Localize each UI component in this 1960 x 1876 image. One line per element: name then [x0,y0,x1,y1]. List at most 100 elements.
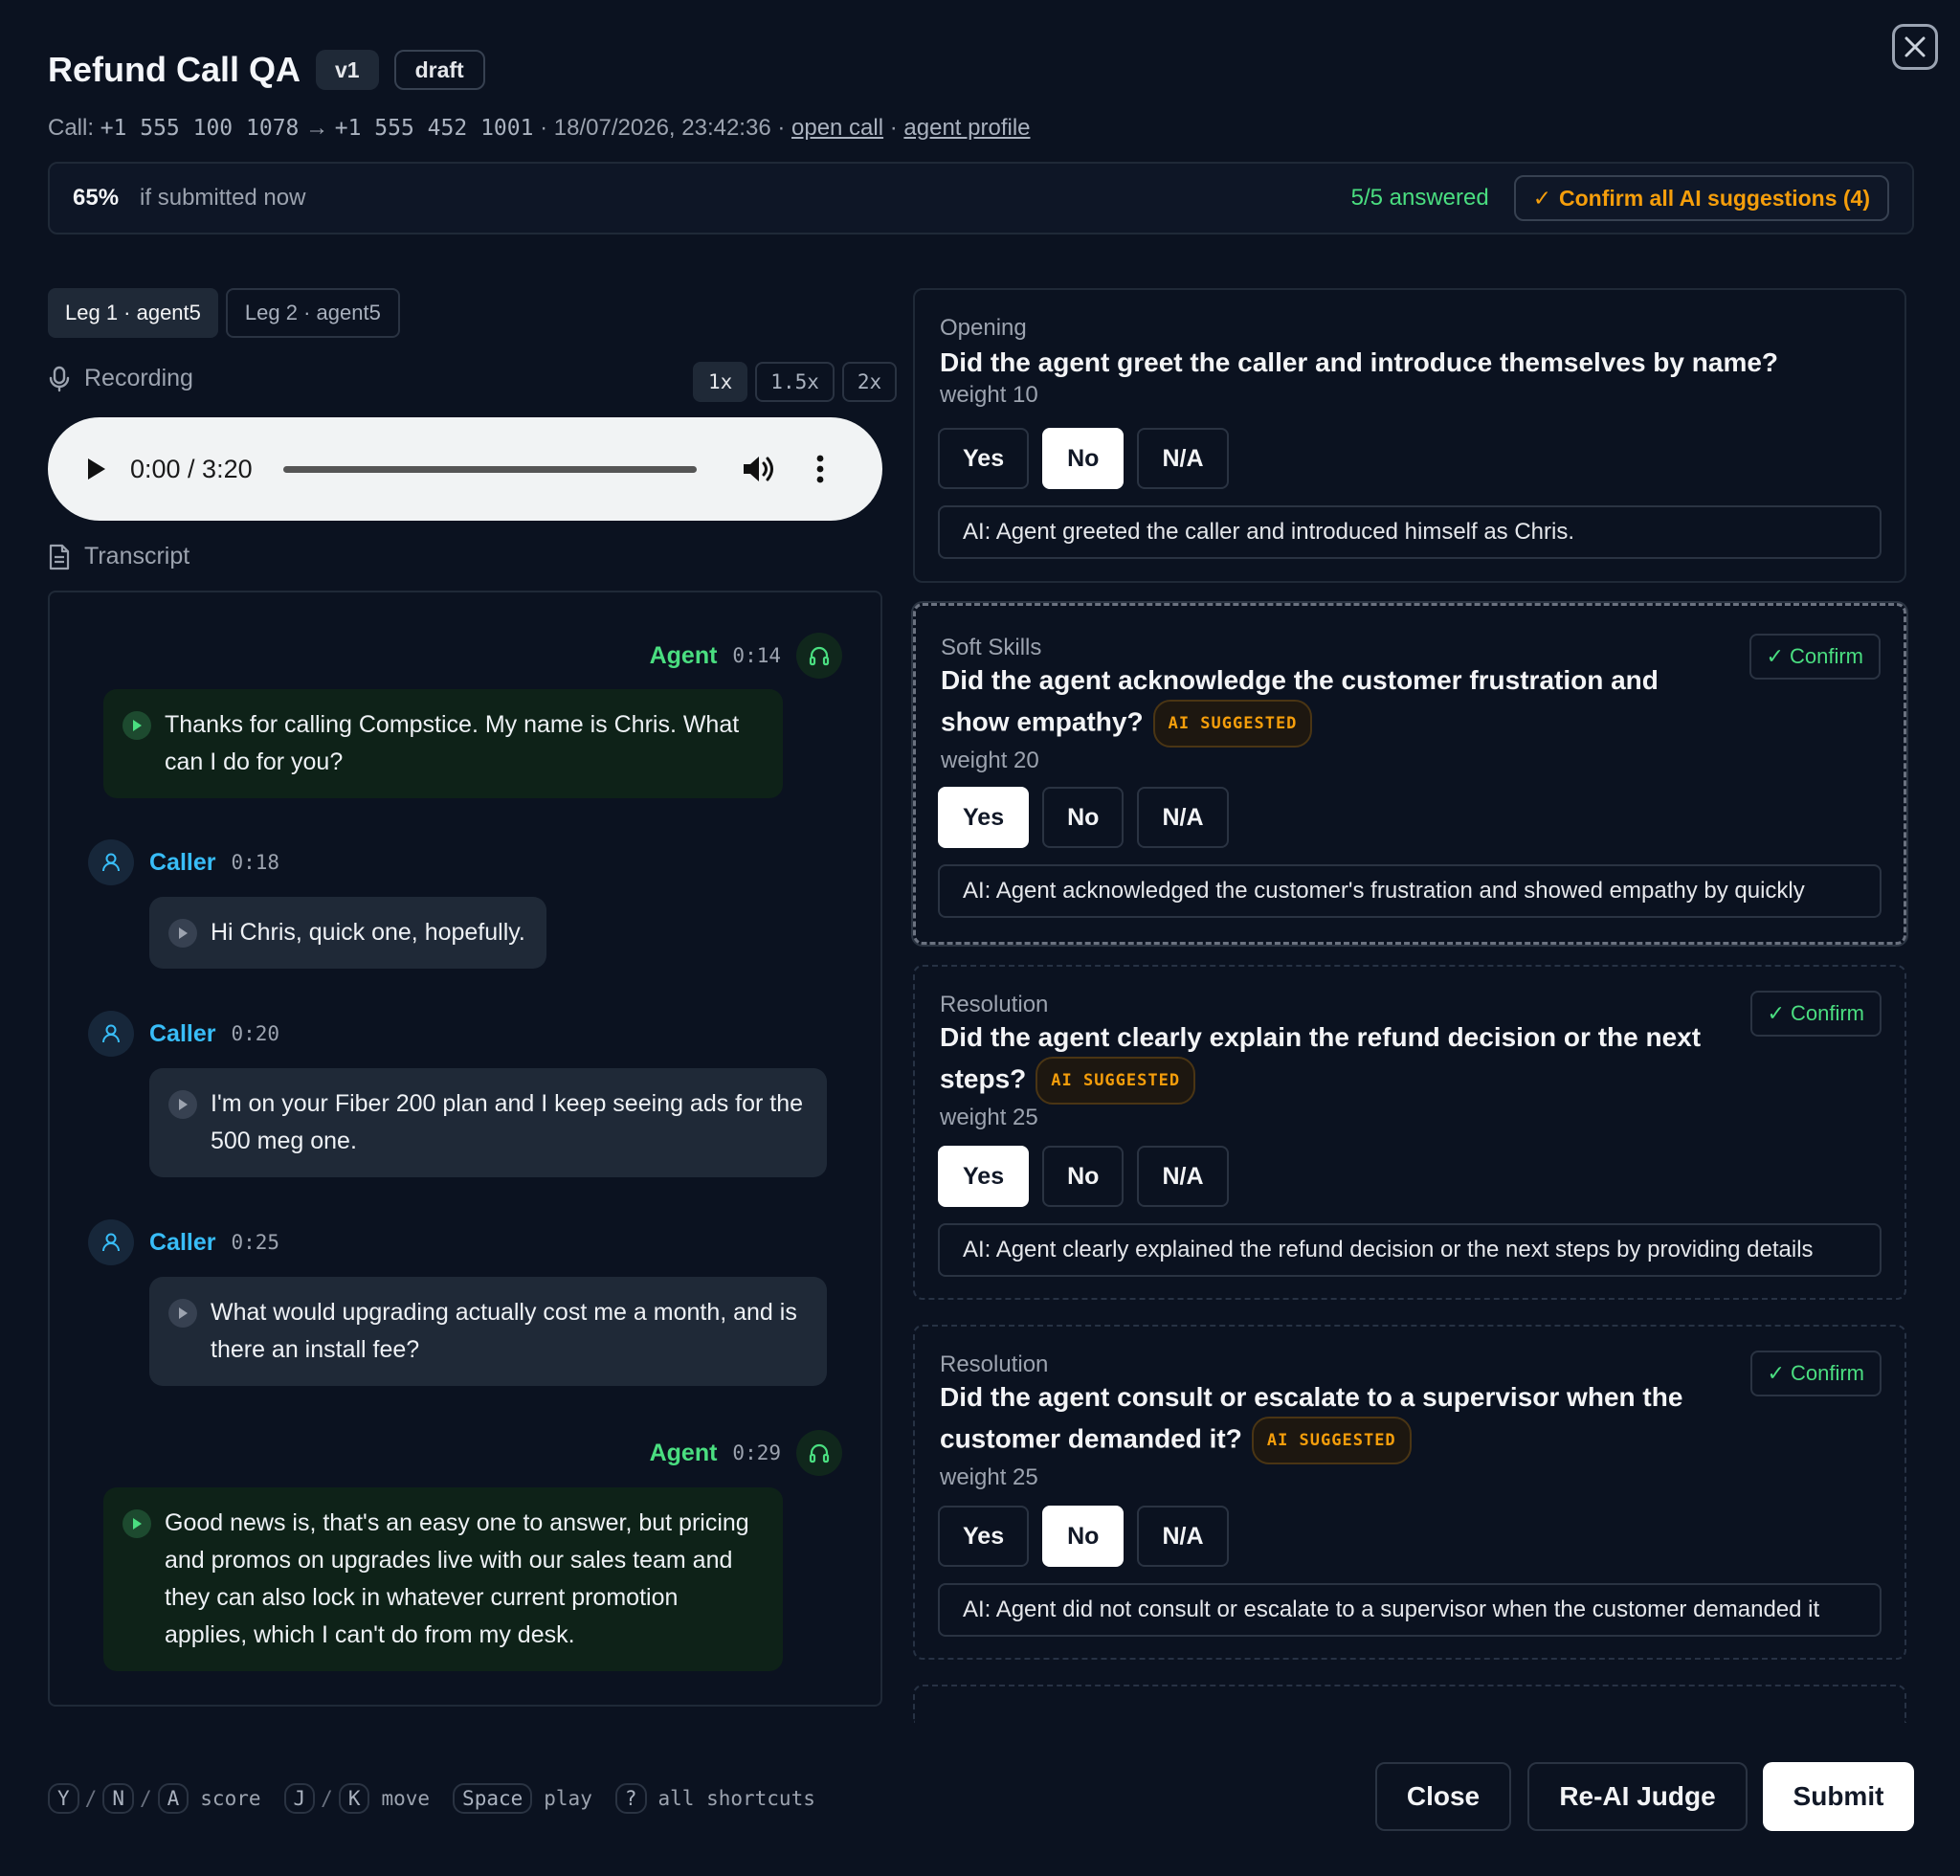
close-icon [1904,36,1926,57]
confirm-all-ai-button[interactable]: ✓ Confirm all AI suggestions (4) [1513,175,1889,221]
headset-icon [796,1430,842,1476]
answer-yes-button[interactable]: Yes [938,1146,1030,1207]
seek-bar[interactable] [282,465,697,473]
volume-icon[interactable] [741,453,775,485]
ai-suggested-badge: AI SUGGESTED [1152,700,1313,748]
leg-tabs: Leg 1 · agent5 Leg 2 · agent5 [48,288,400,338]
submit-button[interactable]: Submit [1763,1762,1914,1831]
message-text: Hi Chris, quick one, hopefully. [211,919,525,946]
kbd-question[interactable]: ? [614,1783,647,1814]
transcript-panel[interactable]: Agent 0:14 Thanks for calling Compstice.… [48,591,882,1707]
score-summary-bar: 65% if submitted now 5/5 answered ✓ Conf… [48,162,1914,234]
speaker-name: Caller [149,1019,216,1047]
to-number: +1 555 452 1001 [334,116,534,141]
transcript-message-caller[interactable]: What would upgrading actually cost me a … [149,1277,827,1386]
speaker-row-agent: Agent 0:14 [650,633,842,679]
agent-profile-link[interactable]: agent profile [903,115,1030,141]
speed-2x-button[interactable]: 2x [841,362,898,402]
kbd-a: A [157,1783,189,1814]
score-percent: 65% [73,185,120,211]
confirm-all-label: Confirm all AI suggestions (4) [1558,185,1870,211]
speaker-name: Caller [149,1228,216,1256]
playback-speed-group: 1x 1.5x 2x [693,362,898,402]
answer-na-button[interactable]: N/A [1137,1506,1229,1567]
answered-count: 5/5 answered [1350,185,1489,211]
play-segment-icon[interactable] [122,711,151,740]
recording-label: Recording [84,365,193,391]
answer-options: Yes No N/A [938,1506,1229,1567]
answer-no-button[interactable]: No [1042,1506,1125,1567]
meta-arrow: → [299,115,335,141]
transcript-message-caller[interactable]: Hi Chris, quick one, hopefully. [149,897,546,969]
transcript-message-agent[interactable]: Thanks for calling Compstice. My name is… [103,689,783,798]
ai-suggested-badge: AI SUGGESTED [1251,1417,1412,1464]
speaker-row-caller: Caller 0:20 [88,1011,279,1057]
transcript-message-caller[interactable]: I'm on your Fiber 200 plan and I keep se… [149,1068,827,1177]
answer-na-button[interactable]: N/A [1137,787,1229,848]
answer-no-button[interactable]: No [1042,787,1125,848]
kbd-j: J [283,1783,316,1814]
confirm-suggestion-button[interactable]: ✓ Confirm [1749,991,1882,1037]
question-card: ✓ Confirm Resolution Did the agent clearl… [913,965,1906,1300]
answer-no-button[interactable]: No [1042,1146,1125,1207]
call-meta: Call: +1 555 100 1078 → +1 555 452 1001 … [48,115,1031,142]
open-call-link[interactable]: open call [791,115,883,141]
speaker-name: Caller [149,848,216,876]
ai-rationale: AI: Agent did not consult or escalate to… [938,1583,1882,1637]
play-segment-icon[interactable] [168,1299,197,1328]
kbd-k: K [338,1783,370,1814]
kbd-slash: / [84,1787,98,1810]
play-segment-icon[interactable] [168,1090,197,1119]
question-card-partial [913,1685,1906,1723]
ai-rationale: AI: Agent greeted the caller and introdu… [938,505,1882,559]
check-icon: ✓ [1767,1001,1785,1025]
message-text: What would upgrading actually cost me a … [211,1299,797,1363]
answer-yes-button[interactable]: Yes [938,787,1030,848]
from-number: +1 555 100 1078 [100,116,300,141]
question-text: Did the agent clearly explain the refund… [940,1018,1725,1105]
answer-na-button[interactable]: N/A [1137,1146,1229,1207]
speaker-time: 0:14 [732,644,781,667]
shortcut-play-label: play [544,1787,592,1810]
question-category: Soft Skills [941,635,1042,660]
speed-1-5x-button[interactable]: 1.5x [755,362,835,402]
confirm-label: Confirm [1789,644,1863,668]
close-button[interactable]: Close [1375,1762,1511,1831]
transcript-message-agent[interactable]: Good news is, that's an easy one to answ… [103,1487,783,1671]
speaker-row-caller: Caller 0:18 [88,839,279,885]
document-icon [49,544,70,570]
answer-yes-button[interactable]: Yes [938,1506,1030,1567]
answer-no-button[interactable]: No [1042,428,1125,489]
play-segment-icon[interactable] [122,1509,151,1538]
confirm-suggestion-button[interactable]: ✓ Confirm [1748,634,1881,680]
kbd-n: N [102,1783,134,1814]
meta-date: · 18/07/2026, 23:42:36 · [533,115,791,141]
transcript-label: Transcript [84,543,190,570]
speaker-name: Agent [649,641,718,669]
tab-leg-1[interactable]: Leg 1 · agent5 [48,288,218,338]
play-icon[interactable] [82,455,109,483]
user-icon [88,839,134,885]
re-ai-judge-button[interactable]: Re-AI Judge [1527,1762,1748,1831]
meta-prefix: Call: [48,115,100,141]
question-text: Did the agent acknowledge the customer f… [941,661,1697,748]
close-dialog-button[interactable] [1892,24,1938,70]
message-text: Thanks for calling Compstice. My name is… [165,711,740,775]
more-options-icon[interactable] [815,454,825,484]
transcript-heading: Transcript [48,543,189,570]
tab-leg-2[interactable]: Leg 2 · agent5 [225,288,400,338]
question-weight: weight 25 [940,1105,1038,1130]
confirm-label: Confirm [1790,1361,1864,1385]
speaker-name: Agent [649,1439,718,1466]
ai-suggested-badge: AI SUGGESTED [1036,1057,1196,1105]
speed-1x-button[interactable]: 1x [693,362,748,402]
user-icon [88,1011,134,1057]
play-segment-icon[interactable] [168,919,197,948]
speaker-time: 0:29 [732,1441,781,1464]
answer-na-button[interactable]: N/A [1137,428,1229,489]
speaker-time: 0:20 [231,1022,280,1045]
confirm-suggestion-button[interactable]: ✓ Confirm [1749,1351,1882,1396]
message-text: I'm on your Fiber 200 plan and I keep se… [211,1090,804,1154]
answer-yes-button[interactable]: Yes [938,428,1030,489]
shortcut-score-label: score [200,1787,261,1810]
